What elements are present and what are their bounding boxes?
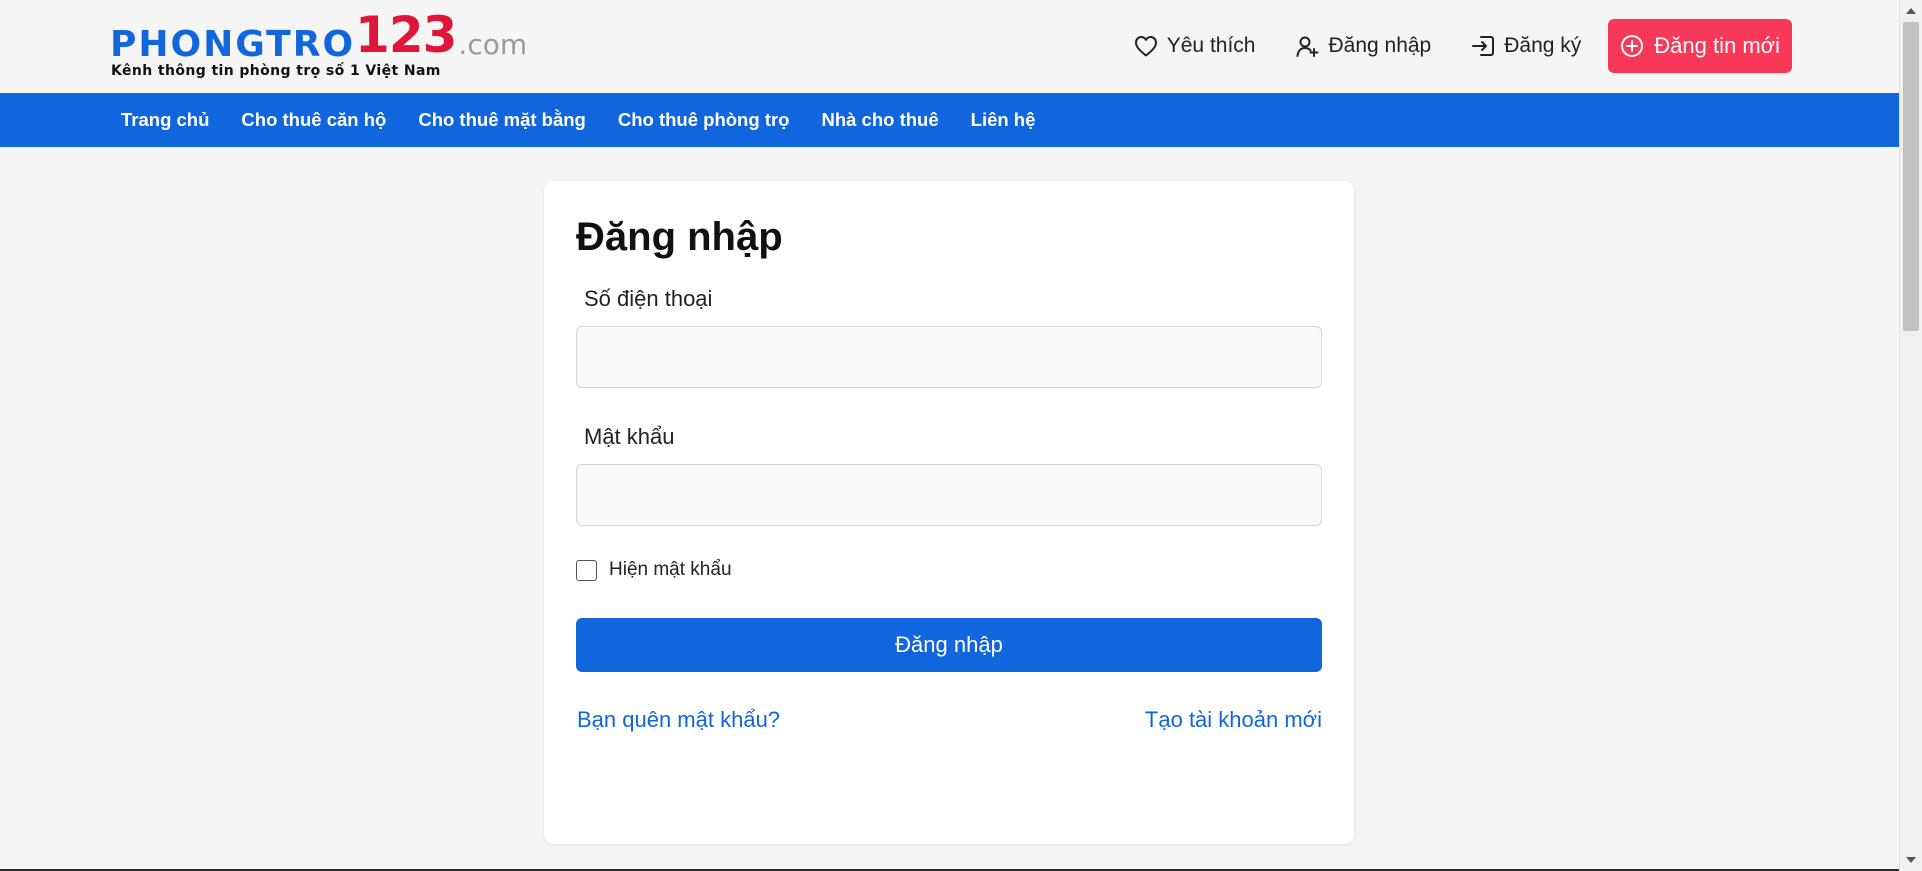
password-label: Mật khẩu (584, 424, 675, 449)
login-submit-button[interactable]: Đăng nhập (576, 618, 1322, 672)
login-link[interactable]: Đăng nhập (1295, 34, 1431, 58)
show-password-label: Hiện mật khẩu (609, 559, 732, 580)
nav-item-rooms[interactable]: Cho thuê phòng trọ (602, 93, 806, 147)
post-new-label: Đăng tin mới (1654, 33, 1780, 58)
vertical-scrollbar[interactable] (1899, 0, 1922, 871)
page: PHONGTRO123.com Kênh thông tin phòng trọ… (0, 0, 1922, 871)
scroll-up-arrow-icon[interactable] (1906, 8, 1916, 14)
plus-circle-icon (1621, 35, 1644, 57)
password-input[interactable] (576, 464, 1322, 526)
phone-input[interactable] (576, 326, 1322, 388)
register-link[interactable]: Đăng ký (1471, 34, 1581, 58)
favorite-label: Yêu thích (1166, 34, 1256, 57)
logo-word: PHONGTRO (110, 24, 356, 65)
nav-item-home[interactable]: Trang chủ (105, 93, 225, 147)
nav-item-premises[interactable]: Cho thuê mặt bằng (402, 93, 602, 147)
nav-item-houses[interactable]: Nhà cho thuê (805, 93, 954, 147)
create-account-link[interactable]: Tạo tài khoản mới (1145, 707, 1322, 733)
show-password-checkbox[interactable] (576, 559, 597, 581)
scroll-down-arrow-icon[interactable] (1906, 857, 1916, 863)
forgot-password-link[interactable]: Bạn quên mật khẩu? (577, 707, 780, 733)
logo-number: 123 (355, 6, 457, 64)
scroll-thumb[interactable] (1903, 22, 1919, 331)
login-card: Đăng nhập Số điện thoại Mật khẩu Hiện mậ… (544, 181, 1354, 844)
show-password-toggle[interactable]: Hiện mật khẩu (576, 559, 732, 581)
top-header: PHONGTRO123.com Kênh thông tin phòng trọ… (0, 0, 1899, 93)
sign-in-icon (1472, 36, 1495, 56)
user-icon (1296, 36, 1319, 57)
nav-item-contact[interactable]: Liên hệ (955, 93, 1052, 147)
page-title: Đăng nhập (576, 215, 783, 259)
logo-wordmark: PHONGTRO123.com (110, 10, 528, 63)
post-new-button[interactable]: Đăng tin mới (1608, 19, 1792, 73)
header-actions: Yêu thích Đăng nhập Đăng ký Đăng tin mới (1094, 19, 1792, 73)
heart-icon (1134, 36, 1157, 57)
phone-label: Số điện thoại (584, 286, 713, 311)
login-label: Đăng nhập (1328, 34, 1432, 57)
register-label: Đăng ký (1504, 34, 1582, 57)
nav-item-apartments[interactable]: Cho thuê căn hộ (225, 93, 402, 147)
logo-suffix: .com (458, 28, 528, 61)
favorite-link[interactable]: Yêu thích (1134, 34, 1256, 58)
logo-tagline: Kênh thông tin phòng trọ số 1 Việt Nam (111, 63, 441, 79)
main-nav: Trang chủ Cho thuê căn hộ Cho thuê mặt b… (0, 93, 1899, 147)
